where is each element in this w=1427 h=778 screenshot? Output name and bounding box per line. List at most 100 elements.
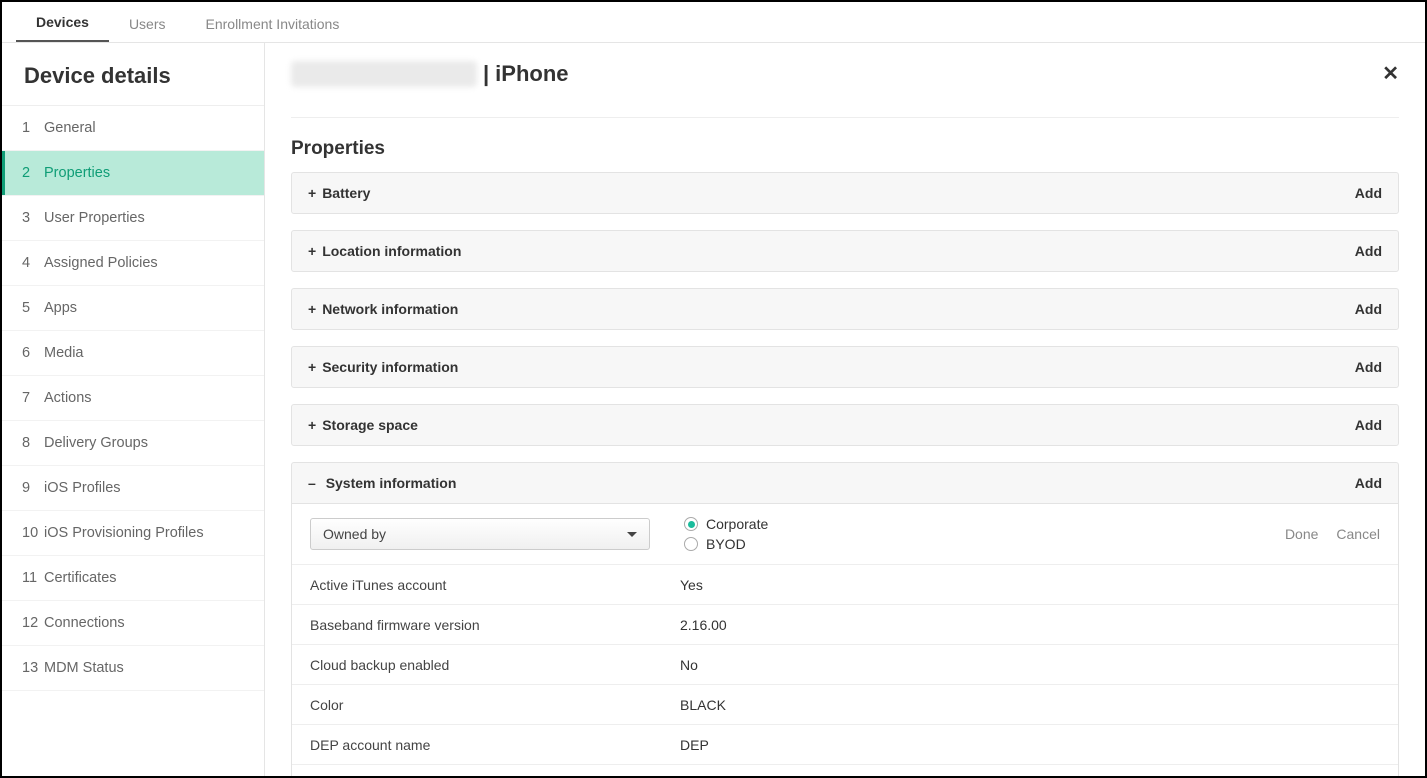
tab-users[interactable]: Users	[109, 6, 186, 42]
sidebar-item-number: 8	[22, 435, 44, 451]
collapse-icon: –	[308, 475, 316, 491]
owned-by-radio-group: Corporate BYOD	[680, 516, 1180, 552]
accordion-body-system-information: Owned by Corporate BYOD	[292, 503, 1398, 776]
expand-icon: +	[308, 243, 316, 259]
accordion-header[interactable]: + Security information Add	[292, 347, 1398, 387]
add-link[interactable]: Add	[1355, 185, 1382, 201]
property-label: Color	[310, 697, 680, 713]
close-icon[interactable]: ✕	[1382, 64, 1399, 84]
property-row: Cloud backup enabledNo	[292, 645, 1398, 685]
property-value: No	[680, 657, 1180, 673]
sidebar-item-number: 4	[22, 255, 44, 271]
sidebar-item-certificates[interactable]: 11Certificates	[2, 556, 264, 601]
accordion-title: Security information	[322, 359, 458, 375]
page-header: | iPhone ✕	[291, 61, 1399, 118]
sidebar-item-ios-profiles[interactable]: 9iOS Profiles	[2, 466, 264, 511]
add-link[interactable]: Add	[1355, 243, 1382, 259]
sidebar-item-user-properties[interactable]: 3User Properties	[2, 196, 264, 241]
sidebar-item-label: Apps	[44, 300, 77, 316]
device-type-label: iPhone	[495, 61, 568, 87]
accordion-header[interactable]: + Network information Add	[292, 289, 1398, 329]
owned-by-select[interactable]: Owned by	[310, 518, 650, 550]
add-link[interactable]: Add	[1355, 475, 1382, 491]
property-label: Baseband firmware version	[310, 617, 680, 633]
sidebar-item-general[interactable]: 1General	[2, 106, 264, 151]
title-separator: |	[483, 61, 489, 87]
sidebar-item-number: 2	[22, 165, 44, 181]
property-row: DEP profile assigned01/08/2017 06:47:15	[292, 765, 1398, 776]
sidebar-item-number: 1	[22, 120, 44, 136]
property-value: Yes	[680, 577, 1180, 593]
device-name-redacted	[291, 61, 477, 87]
sidebar-item-apps[interactable]: 5Apps	[2, 286, 264, 331]
owned-by-row: Owned by Corporate BYOD	[292, 504, 1398, 565]
radio-byod[interactable]: BYOD	[684, 536, 1180, 552]
property-row: Baseband firmware version2.16.00	[292, 605, 1398, 645]
sidebar-item-number: 9	[22, 480, 44, 496]
sidebar-item-label: General	[44, 120, 96, 136]
sidebar-item-ios-provisioning-profiles[interactable]: 10iOS Provisioning Profiles	[2, 511, 264, 556]
sidebar-item-label: Certificates	[44, 570, 117, 586]
accordion-location-information: + Location information Add	[291, 230, 1399, 272]
tab-devices[interactable]: Devices	[16, 4, 109, 42]
add-link[interactable]: Add	[1355, 359, 1382, 375]
radio-corporate[interactable]: Corporate	[684, 516, 1180, 532]
radio-label: BYOD	[706, 536, 746, 552]
property-value: 2.16.00	[680, 617, 1180, 633]
accordion-header-system-information[interactable]: – System information Add	[292, 463, 1398, 503]
owned-by-select-label: Owned by	[323, 526, 386, 542]
sidebar-item-label: iOS Provisioning Profiles	[44, 525, 204, 541]
accordion-title: Location information	[322, 243, 461, 259]
tab-enrollment-invitations[interactable]: Enrollment Invitations	[186, 6, 360, 42]
add-link[interactable]: Add	[1355, 301, 1382, 317]
sidebar-item-label: User Properties	[44, 210, 145, 226]
property-label: Cloud backup enabled	[310, 657, 680, 673]
page-title: | iPhone	[291, 61, 569, 87]
accordion-network-information: + Network information Add	[291, 288, 1399, 330]
sidebar-item-connections[interactable]: 12Connections	[2, 601, 264, 646]
sidebar-item-number: 12	[22, 615, 44, 631]
property-row: ColorBLACK	[292, 685, 1398, 725]
sidebar-item-label: Connections	[44, 615, 125, 631]
sidebar-item-label: Properties	[44, 165, 110, 181]
sidebar-item-number: 3	[22, 210, 44, 226]
sidebar-item-number: 6	[22, 345, 44, 361]
sidebar-item-mdm-status[interactable]: 13MDM Status	[2, 646, 264, 691]
sidebar-item-label: Delivery Groups	[44, 435, 148, 451]
sidebar-item-media[interactable]: 6Media	[2, 331, 264, 376]
expand-icon: +	[308, 417, 316, 433]
sidebar-item-number: 5	[22, 300, 44, 316]
accordion-system-information: – System information Add Owned by	[291, 462, 1399, 776]
accordion-title: Network information	[322, 301, 458, 317]
done-link[interactable]: Done	[1285, 526, 1318, 542]
property-value: BLACK	[680, 697, 1180, 713]
sidebar-item-number: 7	[22, 390, 44, 406]
sidebar-item-delivery-groups[interactable]: 8Delivery Groups	[2, 421, 264, 466]
cancel-link[interactable]: Cancel	[1336, 526, 1380, 542]
property-row: DEP account nameDEP	[292, 725, 1398, 765]
accordion-title: Battery	[322, 185, 370, 201]
sidebar-item-number: 11	[22, 570, 44, 586]
accordion-security-information: + Security information Add	[291, 346, 1399, 388]
sidebar-item-assigned-policies[interactable]: 4Assigned Policies	[2, 241, 264, 286]
add-link[interactable]: Add	[1355, 417, 1382, 433]
sidebar-item-properties[interactable]: 2Properties	[2, 151, 264, 196]
radio-label: Corporate	[706, 516, 768, 532]
expand-icon: +	[308, 359, 316, 375]
expand-icon: +	[308, 185, 316, 201]
property-value: DEP	[680, 737, 1180, 753]
accordion-header[interactable]: + Battery Add	[292, 173, 1398, 213]
radio-icon	[684, 517, 698, 531]
expand-icon: +	[308, 301, 316, 317]
sidebar-item-label: Media	[44, 345, 84, 361]
property-label: DEP account name	[310, 737, 680, 753]
chevron-down-icon	[627, 532, 637, 537]
accordion-header[interactable]: + Location information Add	[292, 231, 1398, 271]
properties-heading: Properties	[291, 138, 1399, 160]
accordion-header[interactable]: +Storage spaceAdd	[292, 405, 1398, 445]
sidebar-item-actions[interactable]: 7Actions	[2, 376, 264, 421]
edit-actions: Done Cancel	[1180, 526, 1380, 542]
accordion-battery: + Battery Add	[291, 172, 1399, 214]
content-area: | iPhone ✕ Properties + Battery Add + Locati…	[265, 43, 1425, 776]
radio-icon	[684, 537, 698, 551]
